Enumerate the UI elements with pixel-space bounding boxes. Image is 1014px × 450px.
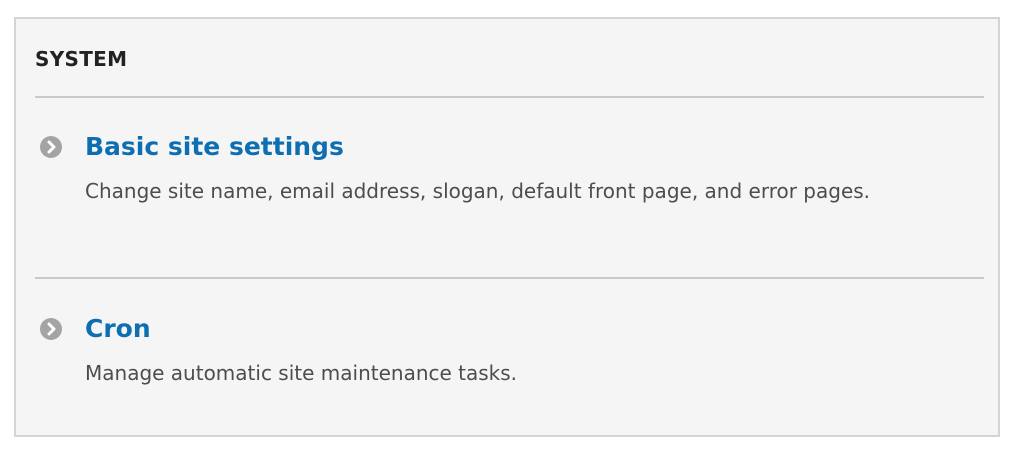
divider [35, 277, 984, 279]
system-panel: SYSTEM Basic site settings Change site n… [14, 17, 1000, 437]
chevron-right-circle-icon [40, 136, 62, 158]
item-description: Change site name, email address, slogan,… [85, 179, 871, 203]
item-description: Manage automatic site maintenance tasks. [85, 361, 518, 385]
cron-link[interactable]: Cron [85, 309, 151, 349]
basic-site-settings-link[interactable]: Basic site settings [85, 127, 344, 167]
section-title: SYSTEM [35, 47, 128, 71]
divider [35, 96, 984, 98]
chevron-right-circle-icon [40, 318, 62, 340]
